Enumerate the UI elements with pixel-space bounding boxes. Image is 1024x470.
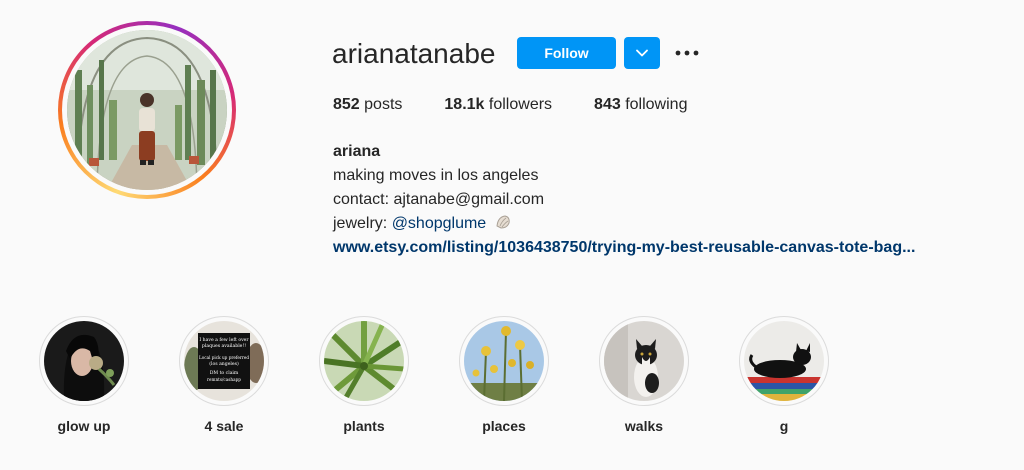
shopglume-mention-link[interactable]: @shopglume [392, 215, 487, 232]
highlight-label: walks [624, 418, 664, 434]
followers-stat[interactable]: 18.1k followers [444, 95, 552, 115]
highlight-cover-image [44, 321, 124, 401]
highlight-cover-image [604, 321, 684, 401]
highlight-ring [599, 316, 689, 406]
avatar-photo [67, 30, 227, 190]
highlight-ring [39, 316, 129, 406]
highlight-label: glow up [57, 418, 111, 434]
jewelry-prefix: jewelry: [333, 215, 392, 232]
bio-line-jewelry: jewelry: @shopglume [333, 212, 915, 236]
highlight-ring [739, 316, 829, 406]
highlight-g[interactable]: g [739, 316, 829, 435]
followers-label: followers [488, 96, 553, 113]
avatar-inner-border [62, 25, 232, 195]
highlight-cover-image: I have a few left over plaques available… [184, 321, 264, 401]
highlight-ring: I have a few left over plaques available… [179, 316, 269, 406]
more-dots-icon [675, 50, 699, 56]
chevron-down-icon [636, 49, 648, 57]
shell-emoji-icon [496, 215, 510, 229]
sale-notice-line-2: plaques available!! [202, 343, 246, 349]
highlight-plants[interactable]: plants [319, 316, 409, 435]
sale-notice-line-3: Local pick up preferred [199, 355, 249, 360]
highlight-ring [459, 316, 549, 406]
posts-stat: 852 posts [333, 95, 402, 115]
highlight-label: g [779, 418, 789, 434]
profile-stats: 852 posts 18.1k followers 843 following [333, 95, 729, 115]
highlight-label: plants [343, 418, 385, 434]
sale-notice-line-6: remnts/cashapp [207, 377, 241, 382]
highlight-4-sale[interactable]: I have a few left over plaques available… [179, 316, 269, 435]
highlight-label: places [482, 418, 526, 434]
highlight-cover-image [744, 321, 824, 401]
username: arianatanabe [332, 38, 496, 69]
profile-full-name: ariana [333, 143, 381, 160]
suggested-accounts-dropdown-button[interactable] [624, 37, 660, 69]
sale-notice-line-5: DM to claim [210, 370, 239, 376]
sale-notice-line-1: I have a few left over [199, 337, 249, 343]
more-options-button[interactable] [672, 41, 702, 65]
bio-line-contact: contact: ajtanabe@gmail.com [333, 191, 545, 208]
following-count: 843 [594, 96, 621, 113]
highlight-ring [319, 316, 409, 406]
followers-count: 18.1k [444, 96, 485, 113]
highlight-walks[interactable]: walks [599, 316, 689, 435]
sale-notice-line-4: (los angeles) [209, 360, 239, 367]
highlight-glow-up[interactable]: glow up [39, 316, 129, 435]
follow-button[interactable]: Follow [517, 37, 616, 69]
posts-label: posts [364, 96, 403, 113]
highlight-cover-image [464, 321, 544, 401]
highlight-places[interactable]: places [459, 316, 549, 435]
highlight-label: 4 sale [204, 418, 244, 434]
posts-count: 852 [333, 96, 360, 113]
profile-bio: ariana making moves in los angeles conta… [333, 140, 915, 260]
following-label: following [625, 96, 688, 113]
bio-line-location: making moves in los angeles [333, 167, 539, 184]
highlight-cover-image [324, 321, 404, 401]
external-website-link[interactable]: www.etsy.com/listing/1036438750/trying-m… [333, 239, 915, 256]
profile-avatar[interactable] [58, 21, 236, 199]
following-stat[interactable]: 843 following [594, 95, 687, 115]
